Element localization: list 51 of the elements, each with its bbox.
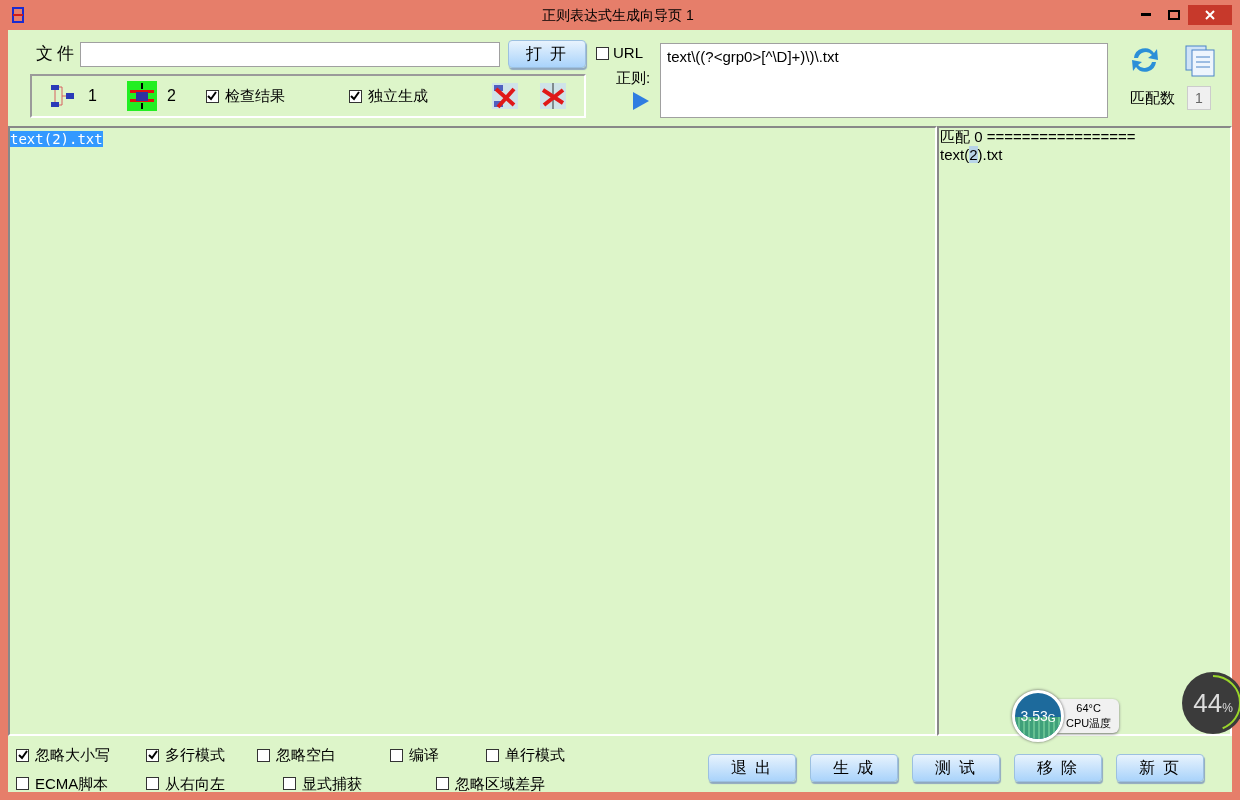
checkbox[interactable] [205, 89, 219, 103]
checkbox[interactable] [390, 748, 403, 762]
option-label: 忽略空白 [276, 745, 336, 765]
action-button[interactable]: 移 除 [1014, 754, 1102, 782]
match-count-label: 匹配数 [1130, 87, 1175, 108]
checkbox[interactable] [146, 748, 159, 762]
option-label: 多行模式 [165, 745, 225, 765]
action-button[interactable]: 退 出 [708, 754, 796, 782]
option-label: 编译 [409, 745, 439, 765]
app-icon [12, 7, 24, 23]
checkbox[interactable] [146, 777, 159, 791]
match-header: 匹配 0 ================= [940, 128, 1137, 146]
regex-label: 正则: [616, 67, 652, 88]
action-button[interactable]: 生 成 [810, 754, 898, 782]
match-line: text(2).txt [940, 146, 1003, 164]
run-icon[interactable] [632, 91, 650, 111]
minimize-icon [1141, 13, 1151, 17]
option-label: 忽略大小写 [35, 745, 110, 765]
checkbox[interactable] [257, 748, 270, 762]
open-button[interactable]: 打 开 [508, 40, 586, 68]
url-label: URL [613, 43, 643, 63]
option-label: 忽略区域差异 [455, 773, 545, 794]
checkbox-label: 独立生成 [367, 85, 428, 106]
checkbox[interactable] [283, 777, 296, 791]
mode-label: 2 [166, 86, 176, 106]
checkbox[interactable] [348, 89, 362, 103]
close-button[interactable] [1188, 5, 1232, 25]
close-icon [1205, 10, 1215, 20]
input-text: text(2).txt [10, 131, 103, 147]
checkbox[interactable] [596, 46, 609, 60]
compress-layout-icon[interactable] [126, 81, 157, 111]
checkbox[interactable] [16, 748, 29, 762]
match-count-field: 1 [1187, 86, 1211, 110]
action-button[interactable]: 测 试 [912, 754, 1000, 782]
delete-icon[interactable] [489, 81, 520, 111]
mode-label: 1 [88, 86, 97, 106]
checkbox[interactable] [436, 777, 449, 791]
checkbox[interactable] [16, 777, 29, 791]
option-label: 从右向左 [165, 773, 225, 794]
file-path-field[interactable] [80, 41, 500, 67]
action-button[interactable]: 新 页 [1116, 754, 1204, 782]
window-title: 正则表达式生成向导页 1 [542, 6, 694, 23]
regex-field[interactable]: text\((?<grp0>[^\D]+)\)\.txt [660, 43, 1108, 118]
maximize-icon [1168, 10, 1180, 20]
file-label: 文 件 [34, 43, 76, 66]
delete-icon[interactable] [537, 81, 568, 111]
checkbox-label: 检查结果 [224, 85, 285, 106]
option-label: ECMA脚本 [35, 773, 109, 794]
checkbox[interactable] [486, 748, 499, 762]
option-label: 单行模式 [505, 745, 565, 765]
option-label: 显式捕获 [302, 773, 362, 794]
